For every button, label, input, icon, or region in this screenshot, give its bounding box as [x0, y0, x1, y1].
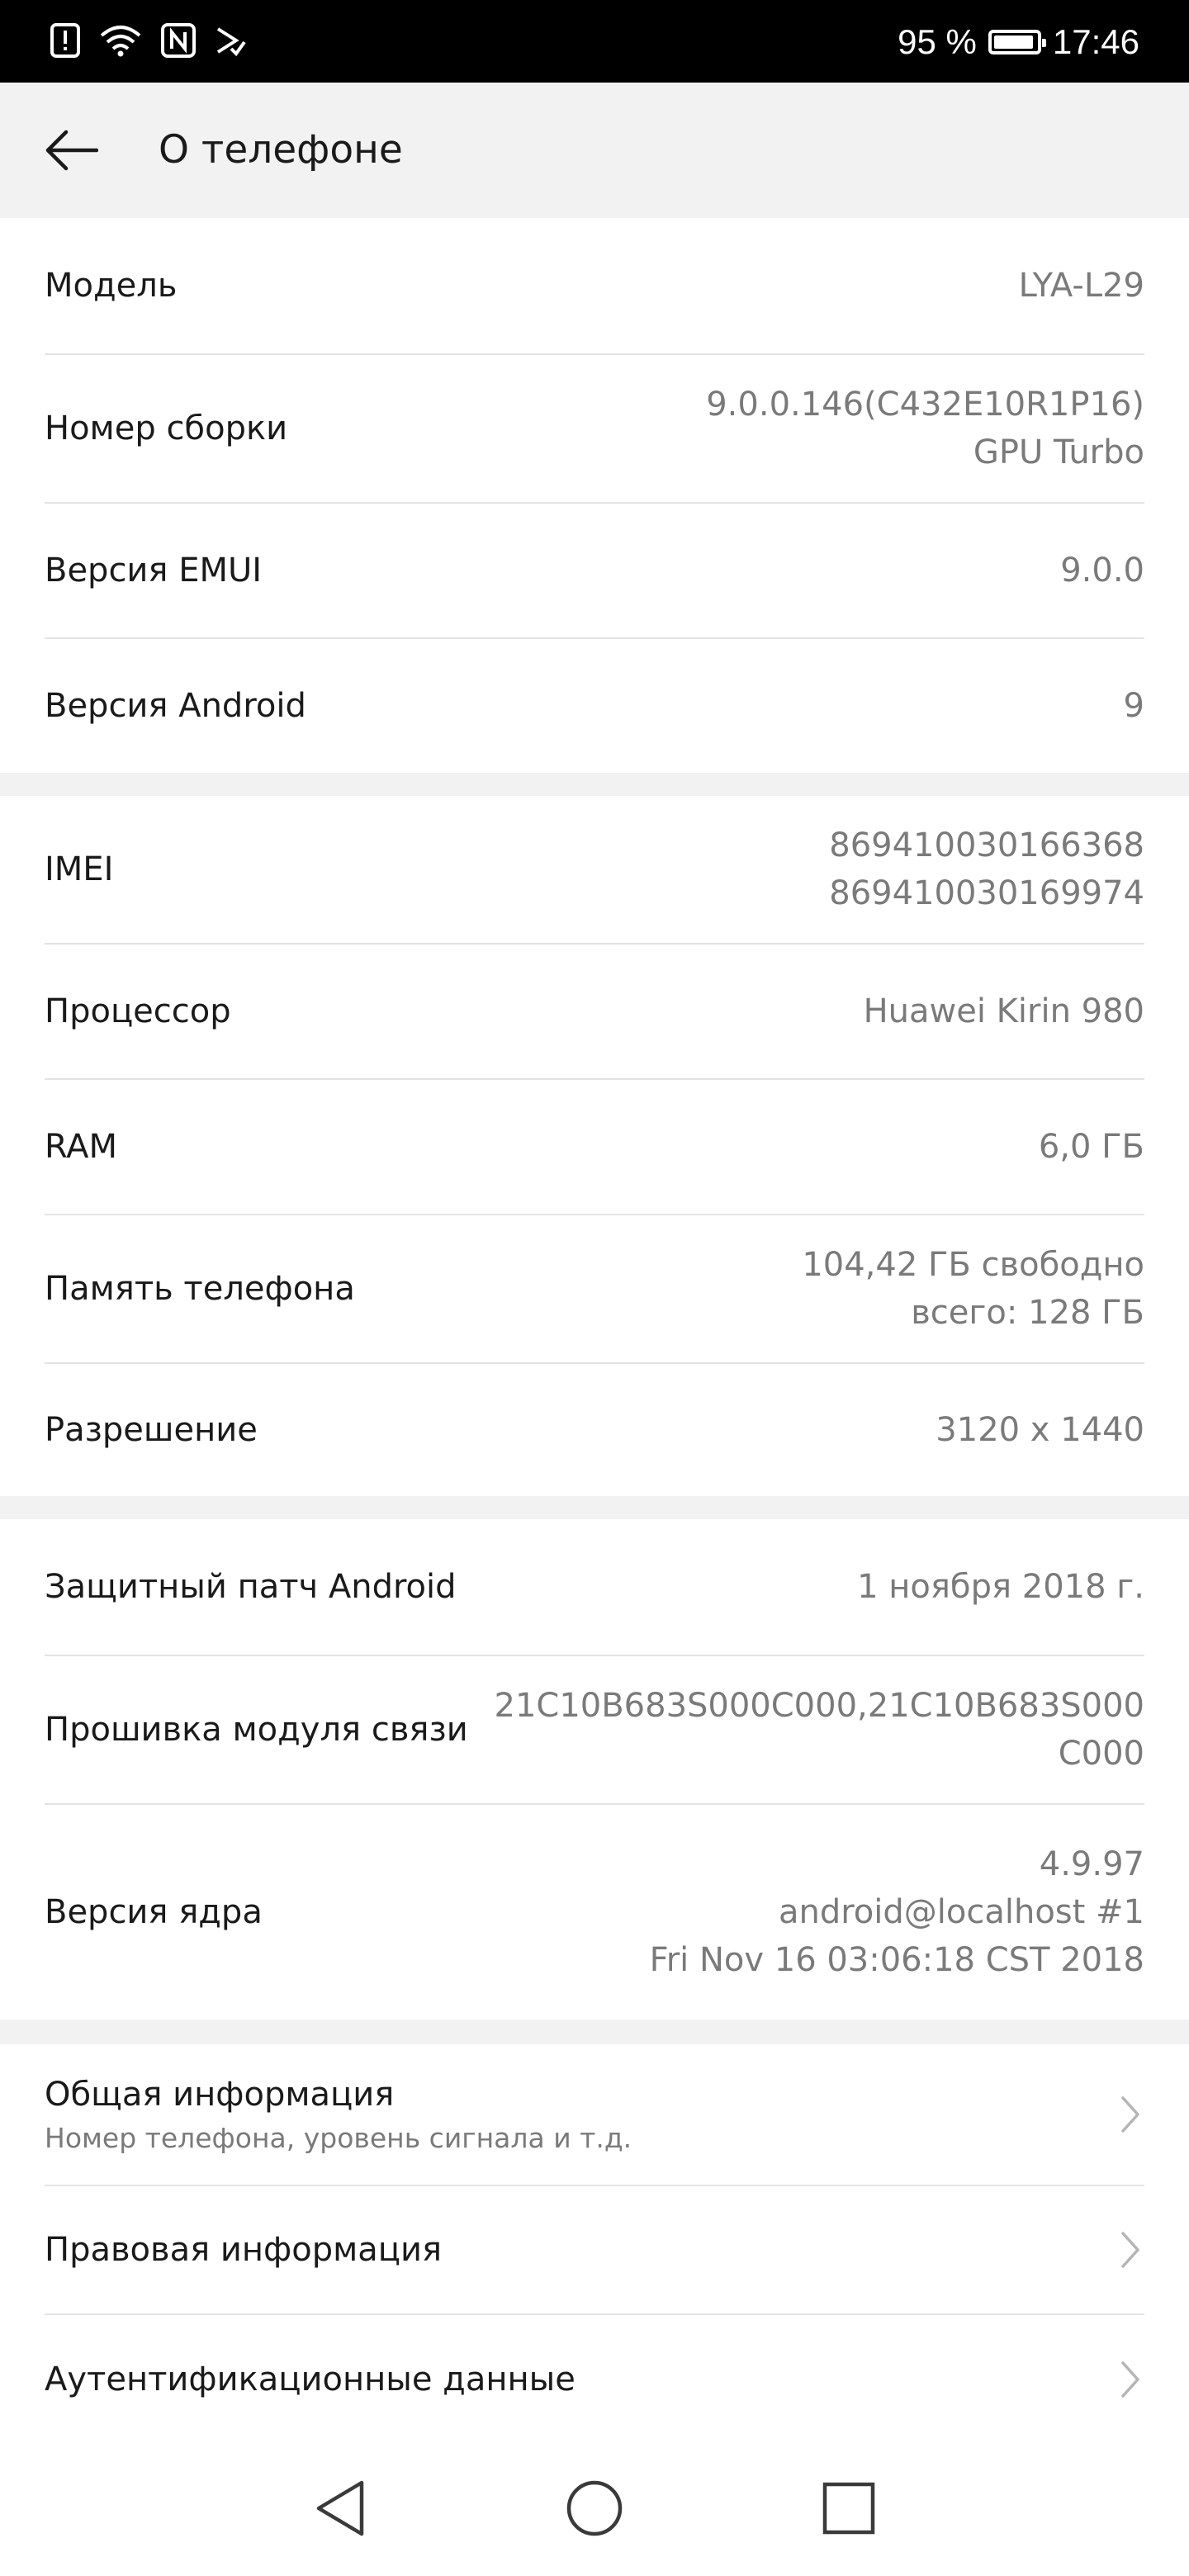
info-row-android-version: Версия Android 9 [45, 639, 1144, 773]
info-row-model: Модель LYA-L29 [45, 218, 1144, 355]
row-value: 21C10B683S000C000,21C10B683S000 C000 [494, 1687, 1145, 1773]
system-nav-bar [0, 2444, 1189, 2576]
data-saver-icon [215, 24, 248, 60]
row-label: IMEI [45, 850, 114, 888]
row-label: Защитный патч Android [45, 1568, 457, 1606]
nav-recents-button[interactable] [808, 2467, 890, 2550]
row-label: RAM [45, 1128, 118, 1166]
row-value: 4.9.97 android@localhost #1 Fri Nov 16 03:… [649, 1845, 1144, 1979]
page-title: О телефоне [159, 127, 403, 173]
row-value: 869410030166368 869410030169974 [829, 826, 1144, 912]
row-label: Общая информация [45, 2075, 395, 2114]
section-software: Защитный патч Android 1 ноября 2018 г. П… [0, 1519, 1189, 2020]
row-label: Версия ядра [45, 1893, 263, 1931]
chevron-right-icon [1116, 2229, 1144, 2271]
arrow-left-icon [45, 130, 98, 171]
row-label: Прошивка модуля связи [45, 1711, 468, 1749]
battery-icon [988, 30, 1046, 54]
row-value: 9.0.0 [1060, 552, 1144, 590]
section-device: Модель LYA-L29 Номер сборки 9.0.0.146(C4… [0, 218, 1189, 773]
section-divider [0, 2020, 1189, 2044]
nav-home-icon [566, 2480, 623, 2536]
row-texts: Общая информация Номер телефона, уровень… [45, 2076, 632, 2154]
info-row-kernel: Версия ядра 4.9.97 android@localhost #1 Fr… [45, 1805, 1144, 2020]
nav-row-legal-info[interactable]: Правовая информация [45, 2186, 1144, 2315]
status-right: 95 % 17:46 [898, 20, 1139, 64]
info-row-resolution: Разрешение 3120 x 1440 [45, 1364, 1144, 1496]
row-label: Версия Android [45, 687, 306, 725]
status-bar: 95 % 17:46 [0, 0, 1189, 83]
section-links: Общая информация Номер телефона, уровень… [0, 2044, 1189, 2444]
info-row-storage: Память телефона 104,42 ГБ свободно всего:… [45, 1215, 1144, 1364]
nav-row-authentication[interactable]: Аутентификационные данные [45, 2315, 1144, 2444]
row-label: Модель [45, 267, 178, 305]
info-row-processor: Процессор Huawei Kirin 980 [45, 945, 1144, 1080]
row-label: Разрешение [45, 1411, 258, 1449]
chevron-right-icon [1116, 2094, 1144, 2135]
row-value: 104,42 ГБ свободно всего: 128 ГБ [802, 1246, 1144, 1332]
row-label: Номер сборки [45, 410, 288, 447]
nav-back-icon [316, 2480, 364, 2536]
app-bar: О телефоне [0, 83, 1189, 218]
row-value: 1 ноября 2018 г. [857, 1568, 1144, 1606]
row-label: Аутентификационные данные [45, 2361, 576, 2398]
info-row-ram: RAM 6,0 ГБ [45, 1080, 1144, 1215]
row-label: Память телефона [45, 1270, 355, 1308]
clock: 17:46 [1052, 22, 1139, 61]
info-row-emui-version: Версия EMUI 9.0.0 [45, 504, 1144, 639]
chevron-right-icon [1116, 2359, 1144, 2400]
info-row-security-patch: Защитный патч Android 1 ноября 2018 г. [45, 1519, 1144, 1656]
row-label: Версия EMUI [45, 552, 263, 590]
nav-back-button[interactable] [299, 2467, 381, 2550]
section-divider [0, 1496, 1189, 1519]
status-icons [50, 20, 266, 64]
nav-row-general-info[interactable]: Общая информация Номер телефона, уровень… [45, 2044, 1144, 2186]
row-value: 9 [1123, 687, 1144, 725]
section-divider [0, 773, 1189, 796]
wifi-icon [99, 24, 142, 60]
info-row-build-number[interactable]: Номер сборки 9.0.0.146(C432E10R1P16) GPU … [45, 355, 1144, 504]
nav-home-button[interactable] [553, 2467, 636, 2550]
back-button[interactable] [38, 117, 104, 183]
nav-recents-icon [822, 2482, 875, 2535]
row-value: LYA-L29 [1018, 267, 1144, 305]
row-label: Процессор [45, 992, 231, 1030]
row-value: 3120 x 1440 [936, 1411, 1144, 1449]
row-value: Huawei Kirin 980 [863, 992, 1144, 1030]
row-value: 6,0 ГБ [1038, 1128, 1144, 1166]
info-row-baseband: Прошивка модуля связи 21C10B683S000C000,… [45, 1656, 1144, 1805]
alert-icon [50, 22, 81, 62]
section-hardware: IMEI 869410030166368 869410030169974 Проц… [0, 796, 1189, 1496]
battery-level-fill [993, 36, 1034, 49]
row-value: 9.0.0.146(C432E10R1P16) GPU Turbo [706, 386, 1144, 471]
nfc-icon [160, 22, 197, 62]
row-subtitle: Номер телефона, уровень сигнала и т.д. [45, 2121, 632, 2154]
row-label: Правовая информация [45, 2231, 443, 2269]
info-row-imei: IMEI 869410030166368 869410030169974 [45, 796, 1144, 945]
battery-percent: 95 % [898, 22, 977, 61]
